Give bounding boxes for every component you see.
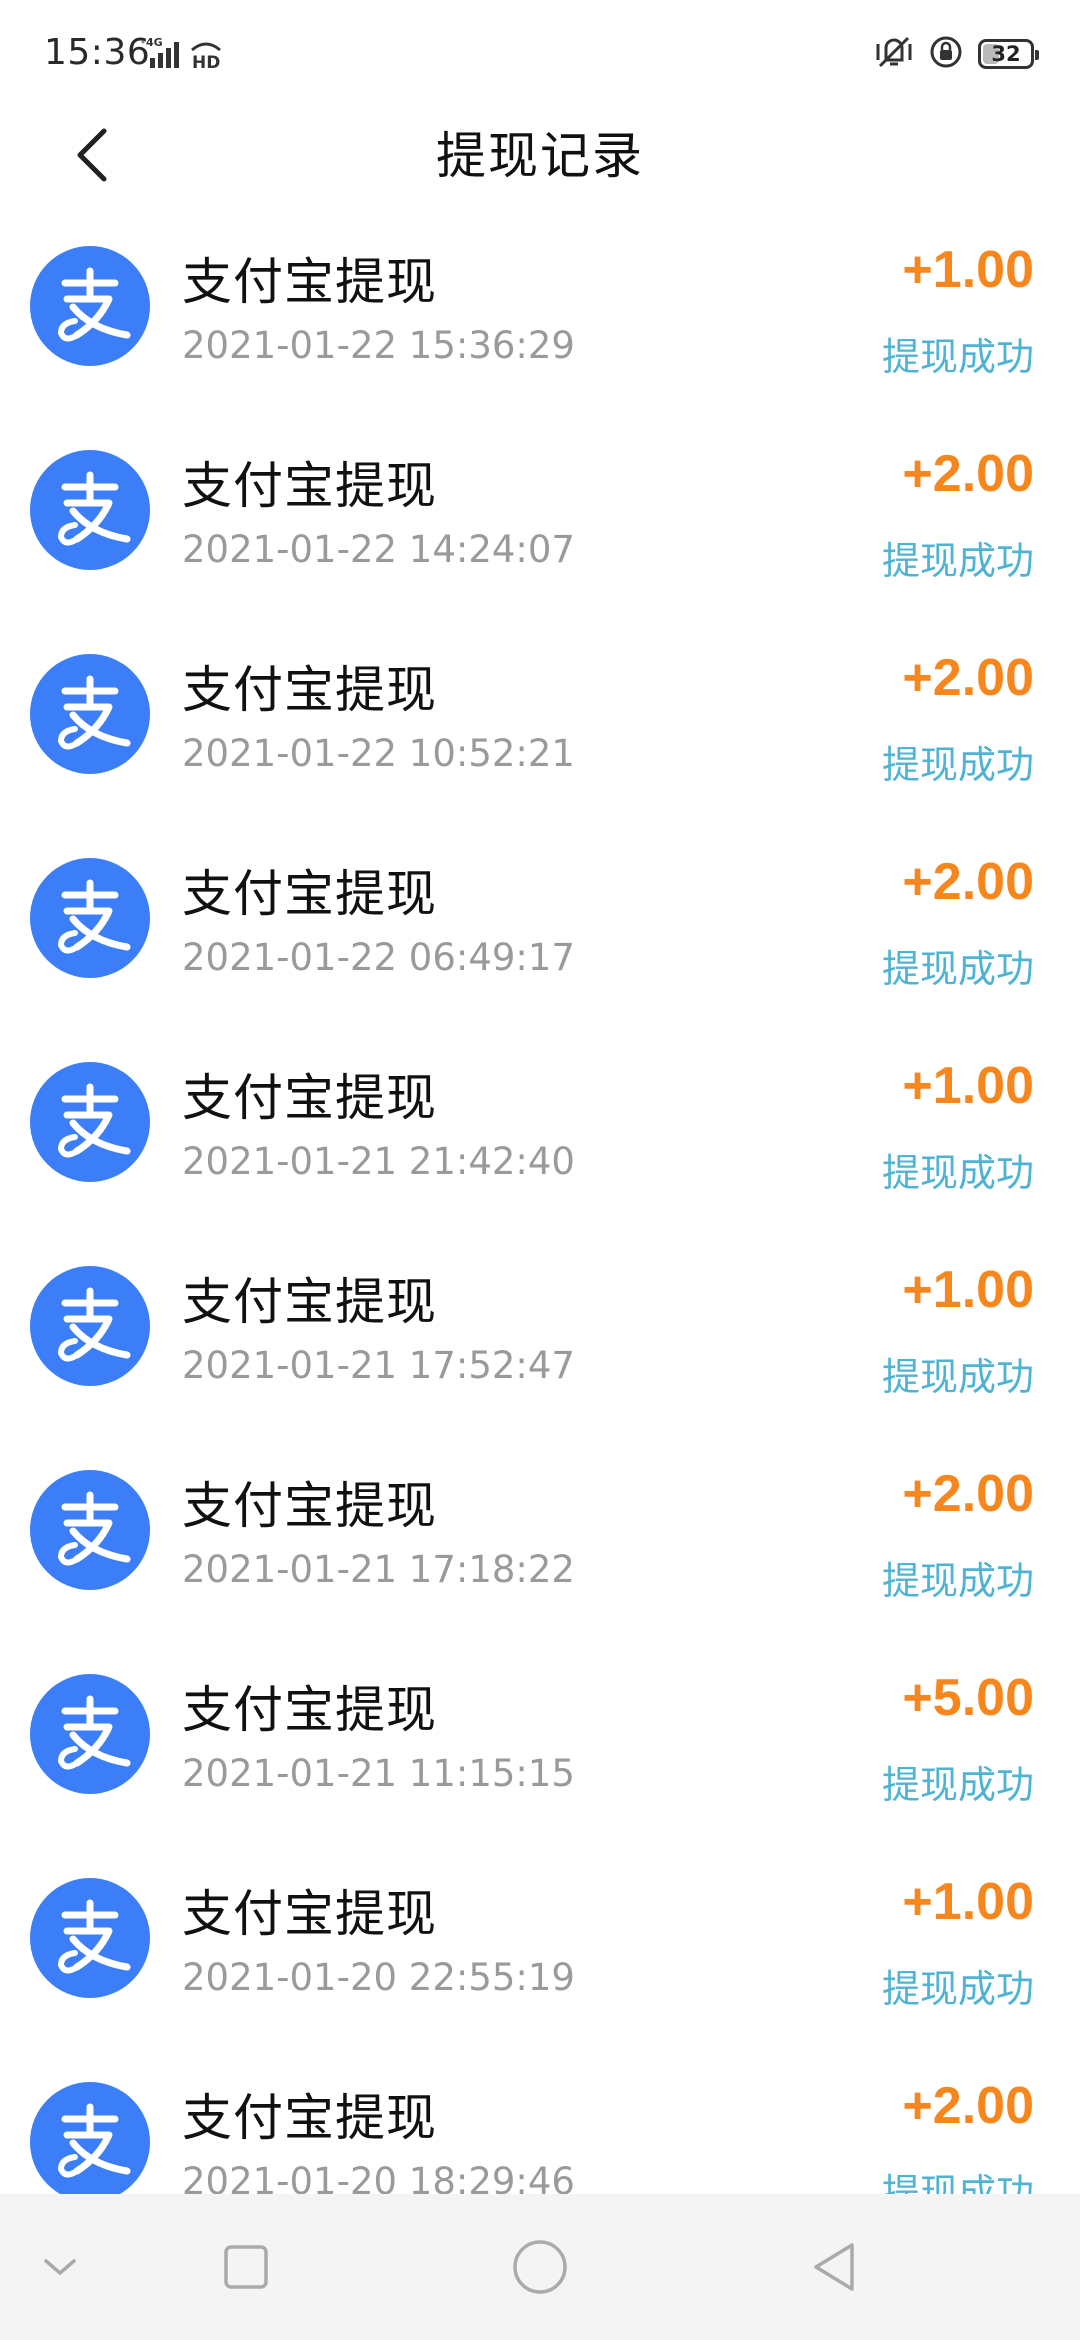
vibrate-mute-icon — [874, 34, 914, 74]
record-time: 2021-01-22 14:24:07 — [182, 528, 575, 571]
alipay-icon — [30, 1266, 150, 1386]
record-item[interactable]: 支付宝提现 2021-01-22 10:52:21 +2.00 提现成功 — [0, 626, 1080, 830]
alipay-icon — [30, 1470, 150, 1590]
record-status: 提现成功 — [881, 1559, 1034, 1603]
chevron-down-icon — [44, 2259, 76, 2275]
header: 提现记录 — [0, 100, 1080, 210]
alipay-icon — [30, 654, 150, 774]
record-item[interactable]: 支付宝提现 2021-01-21 17:18:22 +2.00 提现成功 — [0, 1442, 1080, 1646]
record-title: 支付宝提现 — [182, 253, 437, 311]
record-time: 2021-01-21 17:52:47 — [182, 1344, 575, 1387]
record-title: 支付宝提现 — [182, 1069, 437, 1127]
record-amount: +2.00 — [902, 2077, 1034, 2135]
record-title: 支付宝提现 — [182, 1681, 437, 1739]
record-title: 支付宝提现 — [182, 865, 437, 923]
record-item[interactable]: 支付宝提现 2021-01-22 06:49:17 +2.00 提现成功 — [0, 830, 1080, 1034]
alipay-icon — [30, 1674, 150, 1794]
alipay-icon — [30, 2082, 150, 2194]
record-time: 2021-01-21 17:18:22 — [182, 1548, 575, 1591]
record-title: 支付宝提现 — [182, 1273, 437, 1331]
record-title: 支付宝提现 — [182, 457, 437, 515]
record-item[interactable]: 支付宝提现 2021-01-21 11:15:15 +5.00 提现成功 — [0, 1646, 1080, 1850]
signal-icon: 4G — [140, 36, 182, 74]
record-amount: +1.00 — [902, 1261, 1034, 1319]
nav-recents-button[interactable] — [186, 2194, 306, 2340]
record-time: 2021-01-22 10:52:21 — [182, 732, 575, 775]
alipay-icon — [30, 246, 150, 366]
record-item[interactable]: 支付宝提现 2021-01-20 22:55:19 +1.00 提现成功 — [0, 1850, 1080, 2054]
square-icon — [224, 2245, 268, 2289]
alipay-icon — [30, 1878, 150, 1998]
record-amount: +1.00 — [902, 1057, 1034, 1115]
status-right-icons: 32 — [874, 34, 1039, 74]
record-amount: +2.00 — [902, 1465, 1034, 1523]
record-status: 提现成功 — [881, 1763, 1034, 1807]
record-title: 支付宝提现 — [182, 2089, 437, 2147]
record-amount: +2.00 — [902, 649, 1034, 707]
status-left-icons: 4G HD — [140, 36, 224, 74]
battery-level: 32 — [991, 42, 1021, 66]
record-item[interactable]: 支付宝提现 2021-01-22 15:36:29 +1.00 提现成功 — [0, 218, 1080, 422]
battery-indicator: 32 — [978, 39, 1039, 69]
record-amount: +2.00 — [902, 853, 1034, 911]
record-status: 提现成功 — [881, 743, 1034, 787]
record-title: 支付宝提现 — [182, 1477, 437, 1535]
circle-icon — [513, 2240, 567, 2294]
record-status: 提现成功 — [881, 2171, 1034, 2194]
nav-back-button[interactable] — [774, 2194, 894, 2340]
record-item[interactable]: 支付宝提现 2021-01-21 21:42:40 +1.00 提现成功 — [0, 1034, 1080, 1238]
record-time: 2021-01-20 22:55:19 — [182, 1956, 575, 1999]
record-status: 提现成功 — [881, 539, 1034, 583]
status-time: 15:36 — [44, 32, 151, 73]
hd-icon: HD — [188, 36, 224, 74]
nav-collapse-button[interactable] — [0, 2194, 120, 2340]
alipay-icon — [30, 450, 150, 570]
record-status: 提现成功 — [881, 1355, 1034, 1399]
status-bar: 15:36 4G HD 32 — [0, 0, 1080, 110]
record-time: 2021-01-22 06:49:17 — [182, 936, 575, 979]
record-item[interactable]: 支付宝提现 2021-01-21 17:52:47 +1.00 提现成功 — [0, 1238, 1080, 1442]
record-time: 2021-01-20 18:29:46 — [182, 2160, 575, 2194]
record-amount: +2.00 — [902, 445, 1034, 503]
record-status: 提现成功 — [881, 335, 1034, 379]
svg-text:4G: 4G — [146, 36, 163, 49]
page-title: 提现记录 — [436, 127, 644, 185]
record-title: 支付宝提现 — [182, 661, 437, 719]
svg-text:HD: HD — [192, 53, 220, 70]
triangle-back-icon — [814, 2243, 854, 2291]
system-nav-bar — [0, 2194, 1080, 2340]
nav-home-button[interactable] — [480, 2194, 600, 2340]
record-time: 2021-01-21 11:15:15 — [182, 1752, 575, 1795]
record-time: 2021-01-21 21:42:40 — [182, 1140, 575, 1183]
record-amount: +5.00 — [902, 1669, 1034, 1727]
record-amount: +1.00 — [902, 1873, 1034, 1931]
record-item[interactable]: 支付宝提现 2021-01-20 18:29:46 +2.00 提现成功 — [0, 2054, 1080, 2194]
record-status: 提现成功 — [881, 947, 1034, 991]
record-status: 提现成功 — [881, 1967, 1034, 2011]
record-amount: +1.00 — [902, 241, 1034, 299]
record-status: 提现成功 — [881, 1151, 1034, 1195]
rotation-lock-icon — [928, 34, 964, 74]
record-item[interactable]: 支付宝提现 2021-01-22 14:24:07 +2.00 提现成功 — [0, 422, 1080, 626]
withdrawal-record-list[interactable]: 支付宝提现 2021-01-22 15:36:29 +1.00 提现成功 支付宝… — [0, 218, 1080, 2194]
alipay-icon — [30, 1062, 150, 1182]
record-title: 支付宝提现 — [182, 1885, 437, 1943]
alipay-icon — [30, 858, 150, 978]
record-time: 2021-01-22 15:36:29 — [182, 324, 575, 367]
